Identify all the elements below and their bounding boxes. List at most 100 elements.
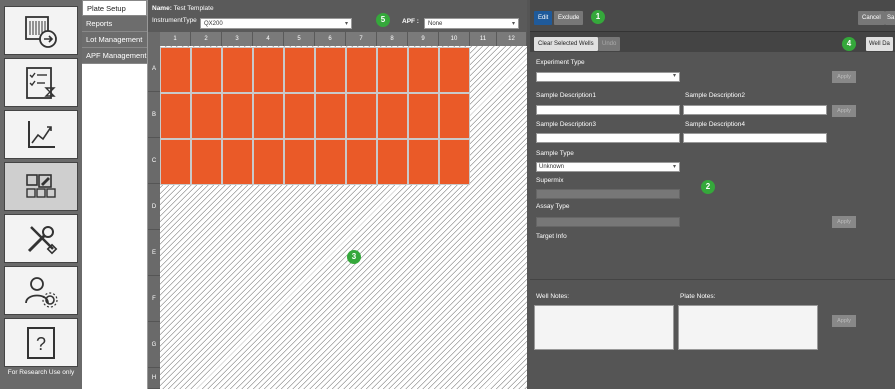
column-header-1[interactable]: 1 bbox=[160, 32, 191, 46]
well-notes-label: Well Notes: bbox=[536, 293, 570, 300]
row-header-B[interactable]: B bbox=[148, 92, 160, 138]
column-header-10[interactable]: 10 bbox=[439, 32, 470, 46]
well-A2[interactable] bbox=[191, 47, 222, 93]
well-B7[interactable] bbox=[346, 93, 377, 139]
plate-notes-label: Plate Notes: bbox=[680, 293, 716, 300]
row-header-F[interactable]: F bbox=[148, 276, 160, 322]
well-C4[interactable] bbox=[253, 139, 284, 185]
well-C6[interactable] bbox=[315, 139, 346, 185]
nav-tools-button[interactable] bbox=[4, 214, 78, 263]
apply-notes-button[interactable]: Apply bbox=[832, 315, 856, 327]
instrument-type-label: InstrumentType bbox=[152, 17, 197, 24]
nav-plate-edit-button[interactable] bbox=[4, 162, 78, 211]
assay-type-label: Assay Type bbox=[536, 203, 570, 210]
well-A10[interactable] bbox=[439, 47, 470, 93]
nav-chart-button[interactable] bbox=[4, 110, 78, 159]
plate-export-icon bbox=[25, 15, 57, 48]
well-notes-textarea[interactable] bbox=[534, 305, 674, 350]
sample-description3-input[interactable] bbox=[536, 133, 680, 143]
well-A1[interactable] bbox=[160, 47, 191, 93]
column-header-5[interactable]: 5 bbox=[284, 32, 315, 46]
row-header-E[interactable]: E bbox=[148, 230, 160, 276]
chart-line-icon bbox=[28, 120, 55, 148]
clear-selected-wells-button[interactable]: Clear Selected Wells bbox=[534, 37, 598, 51]
save-button[interactable]: Sa bbox=[885, 11, 895, 25]
column-header-6[interactable]: 6 bbox=[315, 32, 346, 46]
well-B2[interactable] bbox=[191, 93, 222, 139]
well-C5[interactable] bbox=[284, 139, 315, 185]
chevron-down-icon: ▾ bbox=[511, 21, 515, 27]
nav-help-button[interactable]: ? bbox=[4, 318, 78, 367]
well-B3[interactable] bbox=[222, 93, 253, 139]
sample-type-select[interactable]: Unknown ▾ bbox=[536, 162, 680, 172]
apply-experiment-button[interactable]: Apply bbox=[832, 71, 856, 83]
badge-5: 5 bbox=[376, 13, 390, 27]
well-C3[interactable] bbox=[222, 139, 253, 185]
row-header-A[interactable]: A bbox=[148, 46, 160, 92]
well-B9[interactable] bbox=[408, 93, 439, 139]
well-A7[interactable] bbox=[346, 47, 377, 93]
exclude-button[interactable]: Exclude bbox=[554, 11, 584, 25]
row-header-D[interactable]: D bbox=[148, 184, 160, 230]
submenu-plate-setup[interactable]: Plate Setup bbox=[82, 0, 147, 16]
apply-description-button[interactable]: Apply bbox=[832, 105, 856, 117]
row-header-H[interactable]: H bbox=[148, 368, 160, 389]
editor-toolbar bbox=[530, 0, 895, 32]
column-header-12[interactable]: 12 bbox=[497, 32, 527, 46]
row-header-C[interactable]: C bbox=[148, 138, 160, 184]
instrument-type-select[interactable]: QX200 ▾ bbox=[200, 18, 352, 29]
well-B5[interactable] bbox=[284, 93, 315, 139]
well-B1[interactable] bbox=[160, 93, 191, 139]
well-A3[interactable] bbox=[222, 47, 253, 93]
well-A9[interactable] bbox=[408, 47, 439, 93]
well-C8[interactable] bbox=[377, 139, 408, 185]
nav-user-settings-button[interactable] bbox=[4, 266, 78, 315]
experiment-type-select[interactable]: ▾ bbox=[536, 72, 680, 82]
well-B6[interactable] bbox=[315, 93, 346, 139]
well-C10[interactable] bbox=[439, 139, 470, 185]
column-header-9[interactable]: 9 bbox=[408, 32, 439, 46]
assay-type-select[interactable] bbox=[536, 217, 680, 227]
nav-checklist-button[interactable] bbox=[4, 58, 78, 107]
section-divider bbox=[530, 279, 895, 280]
user-settings-icon bbox=[25, 276, 58, 308]
submenu-reports[interactable]: Reports bbox=[82, 16, 147, 32]
column-header-4[interactable]: 4 bbox=[253, 32, 284, 46]
well-A6[interactable] bbox=[315, 47, 346, 93]
well-C9[interactable] bbox=[408, 139, 439, 185]
plate-notes-textarea[interactable] bbox=[678, 305, 818, 350]
cancel-button[interactable]: Cancel bbox=[858, 11, 885, 25]
nav-plate-export-button[interactable] bbox=[4, 6, 78, 55]
well-A8[interactable] bbox=[377, 47, 408, 93]
chevron-down-icon: ▾ bbox=[672, 164, 676, 170]
submenu-apf-management[interactable]: APF Management bbox=[82, 48, 147, 64]
well-editor-panel: Edit Exclude 1 Cancel Sa Clear Selected … bbox=[530, 0, 895, 389]
sample-description2-input[interactable] bbox=[683, 105, 827, 115]
well-C2[interactable] bbox=[191, 139, 222, 185]
column-header-3[interactable]: 3 bbox=[222, 32, 253, 46]
well-A5[interactable] bbox=[284, 47, 315, 93]
well-A4[interactable] bbox=[253, 47, 284, 93]
apf-select[interactable]: None ▾ bbox=[424, 18, 519, 29]
supermix-select[interactable] bbox=[536, 189, 680, 199]
well-B4[interactable] bbox=[253, 93, 284, 139]
sample-description4-input[interactable] bbox=[683, 133, 827, 143]
sample-description1-input[interactable] bbox=[536, 105, 680, 115]
well-B10[interactable] bbox=[439, 93, 470, 139]
well-data-button[interactable]: Well Da bbox=[866, 37, 893, 51]
submenu-lot-management[interactable]: Lot Management bbox=[82, 32, 147, 48]
undo-button[interactable]: Undo bbox=[598, 37, 621, 51]
well-C7[interactable] bbox=[346, 139, 377, 185]
well-B8[interactable] bbox=[377, 93, 408, 139]
checklist-timer-icon bbox=[26, 66, 56, 99]
well-C1[interactable] bbox=[160, 139, 191, 185]
apply-assay-button[interactable]: Apply bbox=[832, 216, 856, 228]
column-header-2[interactable]: 2 bbox=[191, 32, 222, 46]
column-header-7[interactable]: 7 bbox=[346, 32, 377, 46]
column-header-8[interactable]: 8 bbox=[377, 32, 408, 46]
experiment-type-label: Experiment Type bbox=[536, 59, 585, 66]
row-header-G[interactable]: G bbox=[148, 322, 160, 368]
column-header-11[interactable]: 11 bbox=[470, 32, 497, 46]
edit-button[interactable]: Edit bbox=[534, 11, 553, 25]
badge-1: 1 bbox=[591, 10, 605, 24]
